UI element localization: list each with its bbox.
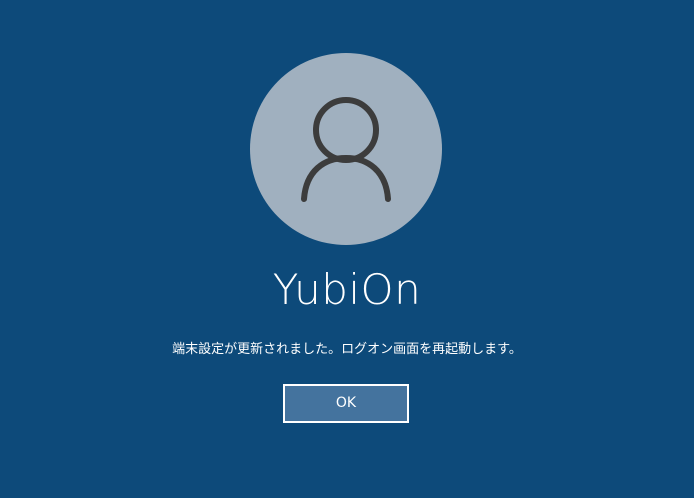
user-avatar <box>250 53 442 245</box>
ok-button[interactable]: OK <box>283 384 409 423</box>
user-silhouette-icon <box>301 97 391 202</box>
user-name: YubiOn <box>272 265 422 314</box>
status-message: 端末設定が更新されました。ログオン画面を再起動します。 <box>172 342 522 357</box>
